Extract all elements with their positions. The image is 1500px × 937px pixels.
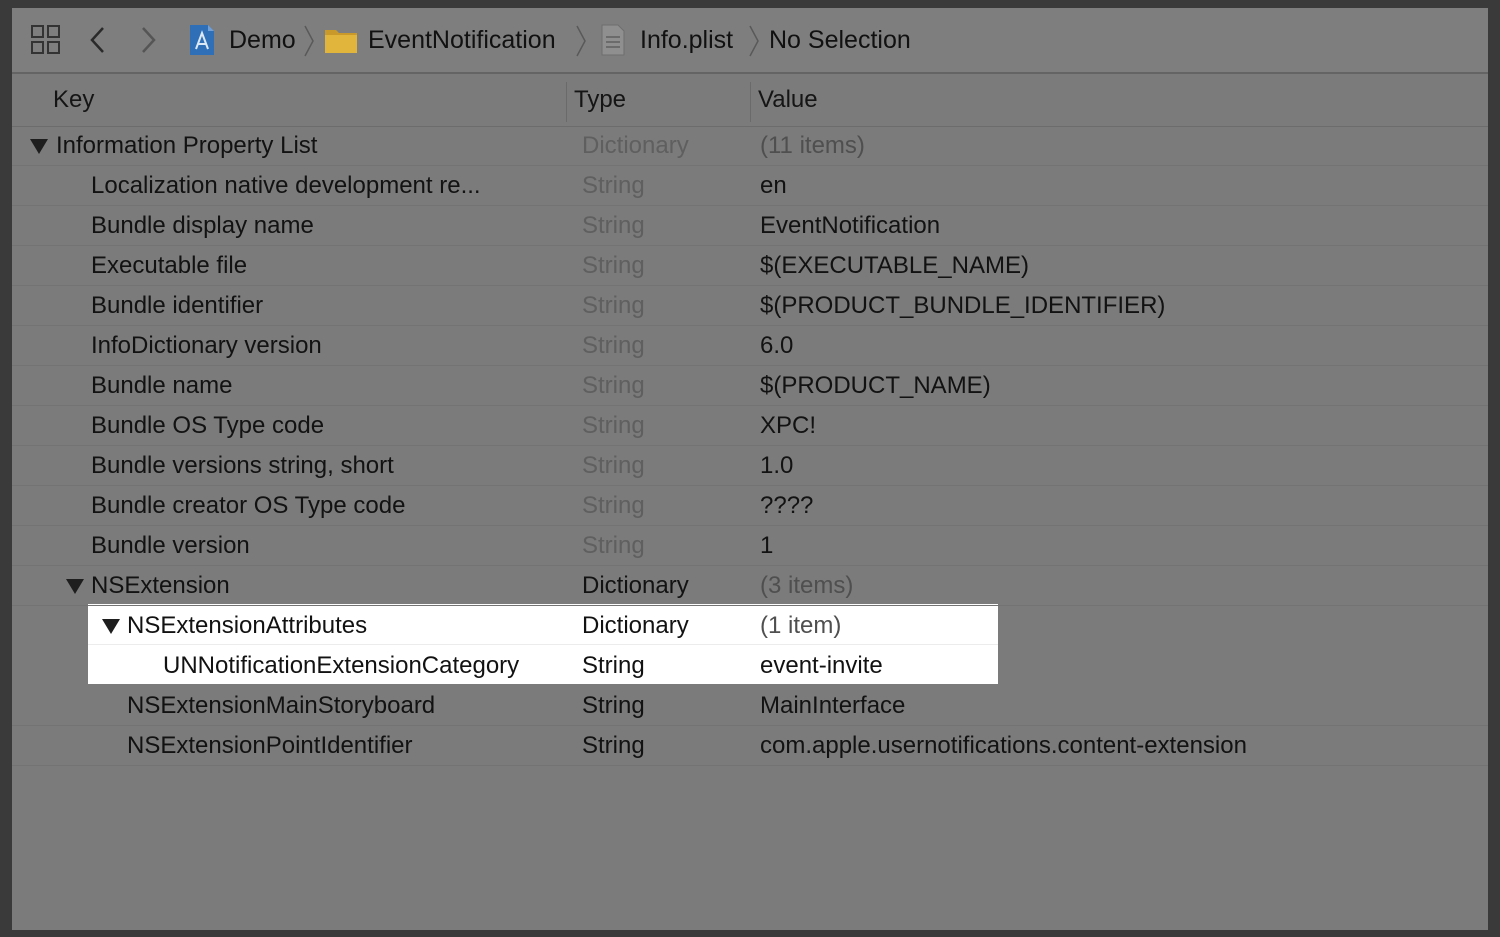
table-row[interactable]: Bundle OS Type code String XPC! — [12, 406, 1488, 446]
key-cell[interactable]: InfoDictionary version — [91, 326, 322, 365]
grid-icon — [31, 25, 60, 54]
breadcrumb-label: Demo — [229, 25, 296, 54]
type-cell[interactable]: String — [582, 246, 645, 285]
xcode-project-icon — [190, 25, 214, 55]
type-cell[interactable]: String — [582, 526, 645, 565]
table-row[interactable]: Bundle version String 1 — [12, 526, 1488, 566]
type-cell[interactable]: String — [582, 686, 645, 725]
table-row[interactable]: Executable file String $(EXECUTABLE_NAME) — [12, 246, 1488, 286]
key-cell[interactable]: Bundle display name — [91, 206, 314, 245]
type-cell[interactable]: String — [582, 646, 645, 685]
key-cell[interactable]: Bundle identifier — [91, 286, 263, 325]
key-cell[interactable]: UNNotificationExtensionCategory — [163, 646, 519, 685]
type-cell[interactable]: String — [582, 366, 645, 405]
column-header: Key Type Value — [12, 74, 1488, 127]
chevron-left-icon — [90, 27, 104, 53]
type-cell[interactable]: String — [582, 446, 645, 485]
table-row[interactable]: Bundle versions string, short String 1.0 — [12, 446, 1488, 486]
type-cell[interactable]: String — [582, 206, 645, 245]
key-cell[interactable]: Bundle name — [91, 366, 232, 405]
breadcrumb-separator-icon — [576, 25, 586, 57]
table-row[interactable]: NSExtensionPointIdentifier String com.appl… — [12, 726, 1488, 766]
key-cell[interactable]: NSExtensionAttributes — [127, 606, 367, 645]
plist-table: Information Property List Dictionary (11 i… — [12, 126, 1488, 766]
column-header-type[interactable]: Type — [574, 74, 626, 126]
key-cell[interactable]: Information Property List — [56, 126, 317, 165]
jump-bar: Demo EventNotification Info.plist No Sel… — [12, 8, 1488, 74]
breadcrumb-no-selection[interactable]: No Selection — [769, 8, 911, 72]
column-header-key[interactable]: Key — [53, 74, 94, 126]
value-cell[interactable]: ???? — [760, 486, 813, 525]
key-cell[interactable]: NSExtensionMainStoryboard — [127, 686, 435, 725]
type-cell[interactable]: String — [582, 286, 645, 325]
key-cell[interactable]: Executable file — [91, 246, 247, 285]
breadcrumb-separator-icon — [749, 25, 759, 57]
table-row[interactable]: InfoDictionary version String 6.0 — [12, 326, 1488, 366]
table-row[interactable]: Information Property List Dictionary (11 i… — [12, 126, 1488, 166]
value-cell[interactable]: (11 items) — [760, 126, 865, 165]
breadcrumb-folder[interactable]: EventNotification — [324, 8, 556, 72]
table-row[interactable]: NSExtensionMainStoryboard String MainInter… — [12, 686, 1488, 726]
value-cell[interactable]: $(PRODUCT_NAME) — [760, 366, 991, 405]
type-cell[interactable]: String — [582, 726, 645, 765]
plist-file-icon — [601, 24, 625, 56]
value-cell[interactable]: en — [760, 166, 787, 205]
key-cell[interactable]: Bundle OS Type code — [91, 406, 324, 445]
table-row[interactable]: NSExtension Dictionary (3 items) — [12, 566, 1488, 606]
value-cell[interactable]: MainInterface — [760, 686, 905, 725]
disclosure-triangle-icon[interactable] — [30, 139, 48, 154]
column-divider[interactable] — [566, 82, 567, 122]
key-cell[interactable]: NSExtensionPointIdentifier — [127, 726, 413, 765]
column-header-value[interactable]: Value — [758, 74, 818, 126]
value-cell[interactable]: XPC! — [760, 406, 816, 445]
disclosure-triangle-icon[interactable] — [102, 619, 120, 634]
breadcrumb-label: Info.plist — [640, 25, 734, 54]
table-row[interactable]: UNNotificationExtensionCategory String eve… — [12, 646, 1488, 686]
key-cell[interactable]: Localization native development re... — [91, 166, 481, 205]
value-cell[interactable]: 6.0 — [760, 326, 793, 365]
value-cell[interactable]: 1 — [760, 526, 773, 565]
related-items-button[interactable] — [30, 8, 62, 72]
folder-icon — [325, 30, 357, 53]
type-cell[interactable]: String — [582, 326, 645, 365]
type-cell[interactable]: Dictionary — [582, 126, 689, 165]
table-row[interactable]: NSExtensionAttributes Dictionary (1 item) — [12, 606, 1488, 646]
column-divider[interactable] — [750, 82, 751, 122]
key-cell[interactable]: Bundle creator OS Type code — [91, 486, 405, 525]
key-cell[interactable]: NSExtension — [91, 566, 230, 605]
table-row[interactable]: Bundle creator OS Type code String???? — [12, 486, 1488, 526]
value-cell[interactable]: (3 items) — [760, 566, 853, 605]
chevron-right-icon — [142, 27, 156, 53]
type-cell[interactable]: Dictionary — [582, 606, 689, 645]
value-cell[interactable]: event-invite — [760, 646, 883, 685]
type-cell[interactable]: Dictionary — [582, 566, 689, 605]
breadcrumb-label: EventNotification — [368, 25, 556, 54]
type-cell[interactable]: String — [582, 486, 645, 525]
value-cell[interactable]: $(PRODUCT_BUNDLE_IDENTIFIER) — [760, 286, 1165, 325]
type-cell[interactable]: String — [582, 406, 645, 445]
value-cell[interactable]: (1 item) — [760, 606, 841, 645]
table-row[interactable]: Bundle display name String EventNotificati… — [12, 206, 1488, 246]
value-cell[interactable]: 1.0 — [760, 446, 793, 485]
table-row[interactable]: Localization native development re... Str… — [12, 166, 1488, 206]
table-row[interactable]: Bundle name String $(PRODUCT_NAME) — [12, 366, 1488, 406]
disclosure-triangle-icon[interactable] — [66, 579, 84, 594]
forward-button[interactable] — [138, 8, 158, 72]
value-cell[interactable]: $(EXECUTABLE_NAME) — [760, 246, 1029, 285]
back-button[interactable] — [88, 8, 108, 72]
breadcrumb-separator-icon — [304, 25, 314, 57]
value-cell[interactable]: com.apple.usernotifications.content-exte… — [760, 726, 1247, 765]
breadcrumb-label: No Selection — [769, 25, 911, 54]
plist-editor-window: Demo EventNotification Info.plist No Sel… — [12, 8, 1488, 930]
breadcrumb-project[interactable]: Demo — [188, 8, 296, 72]
table-row[interactable]: Bundle identifier String $(PRODUCT_BUNDLE_… — [12, 286, 1488, 326]
type-cell[interactable]: String — [582, 166, 645, 205]
key-cell[interactable]: Bundle versions string, short — [91, 446, 394, 485]
value-cell[interactable]: EventNotification — [760, 206, 940, 245]
key-cell[interactable]: Bundle version — [91, 526, 250, 565]
breadcrumb-file[interactable]: Info.plist — [600, 8, 733, 72]
